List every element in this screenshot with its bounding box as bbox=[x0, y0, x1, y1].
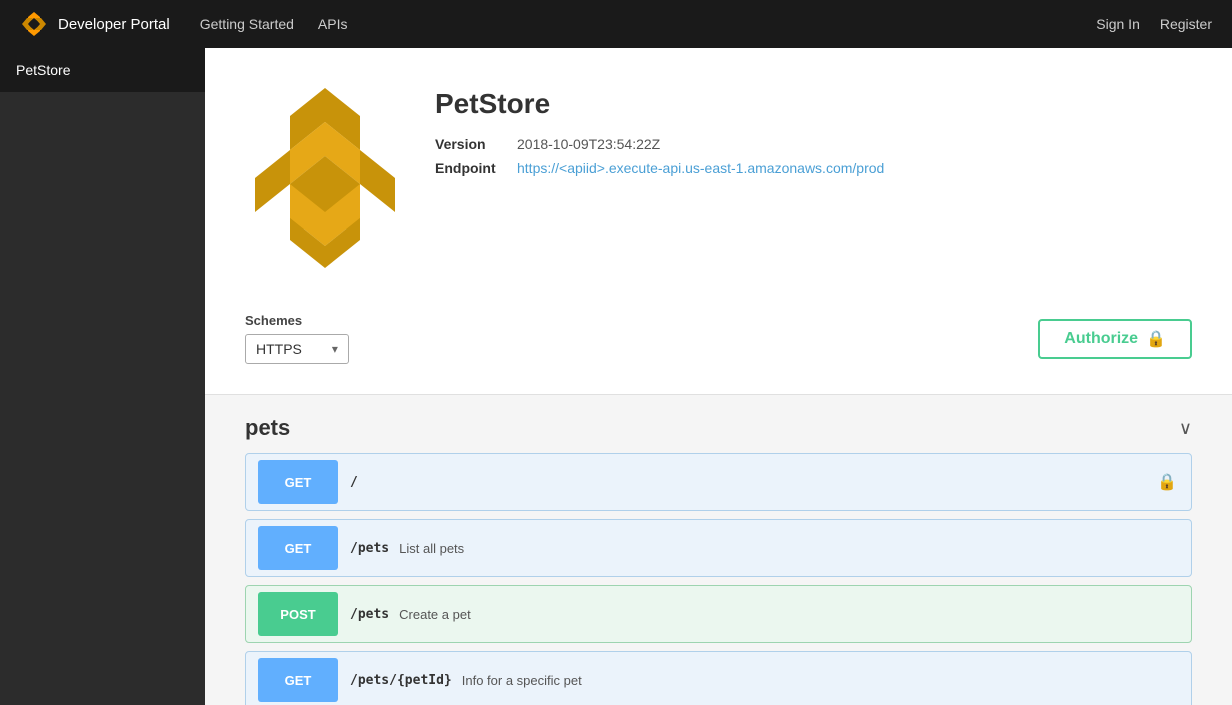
nav-links: Getting Started APIs bbox=[200, 16, 1097, 32]
nav-logo: Developer Portal bbox=[20, 10, 170, 38]
schemes-selected-value: HTTPS bbox=[256, 341, 302, 357]
endpoint-row-get-pet-id[interactable]: GET /pets/{petId} Info for a specific pe… bbox=[245, 651, 1192, 705]
api-details: PetStore Version 2018-10-09T23:54:22Z En… bbox=[435, 78, 884, 176]
version-row: Version 2018-10-09T23:54:22Z bbox=[435, 136, 884, 152]
main-layout: PetStore bbox=[0, 48, 1232, 705]
method-badge-get-pet-id: GET bbox=[258, 658, 338, 702]
endpoint-path-post-pets: /pets bbox=[350, 607, 389, 622]
nav-brand: Developer Portal bbox=[58, 16, 170, 33]
api-header: PetStore Version 2018-10-09T23:54:22Z En… bbox=[245, 78, 1192, 283]
endpoint-row-post-pets[interactable]: POST /pets Create a pet bbox=[245, 585, 1192, 643]
endpoint-row: Endpoint https://<apiid>.execute-api.us-… bbox=[435, 160, 884, 176]
schemes-label: Schemes bbox=[245, 313, 349, 328]
register-link[interactable]: Register bbox=[1160, 16, 1212, 32]
schemes-select[interactable]: HTTPS ▾ bbox=[245, 334, 349, 364]
endpoint-desc-list-pets: List all pets bbox=[399, 541, 464, 556]
version-label: Version bbox=[435, 136, 505, 152]
api-meta: Version 2018-10-09T23:54:22Z Endpoint ht… bbox=[435, 136, 884, 176]
method-badge-post-pets: POST bbox=[258, 592, 338, 636]
lock-icon: 🔒 bbox=[1146, 329, 1166, 349]
authorize-button[interactable]: Authorize 🔒 bbox=[1038, 319, 1192, 359]
method-badge-get-root: GET bbox=[258, 460, 338, 504]
authorize-label: Authorize bbox=[1064, 330, 1138, 348]
sidebar-item-petstore[interactable]: PetStore bbox=[0, 48, 205, 92]
sidebar: PetStore bbox=[0, 48, 205, 705]
top-nav: Developer Portal Getting Started APIs Si… bbox=[0, 0, 1232, 48]
endpoint-path-pets: /pets bbox=[350, 541, 389, 556]
nav-right: Sign In Register bbox=[1096, 16, 1212, 32]
endpoint-row-root[interactable]: GET / 🔒 bbox=[245, 453, 1192, 511]
nav-link-getting-started[interactable]: Getting Started bbox=[200, 16, 294, 32]
api-info-card: PetStore Version 2018-10-09T23:54:22Z En… bbox=[205, 48, 1232, 395]
version-value: 2018-10-09T23:54:22Z bbox=[517, 136, 660, 152]
sign-in-link[interactable]: Sign In bbox=[1096, 16, 1140, 32]
schemes-row: Schemes HTTPS ▾ Authorize 🔒 bbox=[245, 313, 1192, 364]
aws-logo-icon bbox=[20, 10, 48, 38]
lock-icon-root: 🔒 bbox=[1157, 472, 1177, 492]
schemes-chevron-icon: ▾ bbox=[332, 342, 338, 356]
method-badge-get-pets: GET bbox=[258, 526, 338, 570]
endpoint-desc-pet-info: Info for a specific pet bbox=[462, 673, 582, 688]
endpoint-path-root: / bbox=[350, 475, 358, 490]
api-logo-icon bbox=[245, 78, 405, 278]
nav-link-apis[interactable]: APIs bbox=[318, 16, 348, 32]
endpoint-group-chevron-icon[interactable]: ∨ bbox=[1179, 418, 1192, 439]
main-content: PetStore Version 2018-10-09T23:54:22Z En… bbox=[205, 48, 1232, 705]
api-title: PetStore bbox=[435, 88, 884, 120]
endpoint-value: https://<apiid>.execute-api.us-east-1.am… bbox=[517, 160, 884, 176]
endpoints-section: pets ∨ GET / 🔒 GET /pets List all pets P… bbox=[205, 395, 1232, 705]
endpoint-row-get-pets[interactable]: GET /pets List all pets bbox=[245, 519, 1192, 577]
schemes-container: Schemes HTTPS ▾ bbox=[245, 313, 349, 364]
endpoint-path-pet-id: /pets/{petId} bbox=[350, 673, 452, 688]
endpoint-group-header: pets ∨ bbox=[245, 415, 1192, 441]
endpoint-desc-create-pet: Create a pet bbox=[399, 607, 471, 622]
endpoint-label: Endpoint bbox=[435, 160, 505, 176]
api-logo-container bbox=[245, 78, 405, 283]
endpoint-group-title: pets bbox=[245, 415, 290, 441]
